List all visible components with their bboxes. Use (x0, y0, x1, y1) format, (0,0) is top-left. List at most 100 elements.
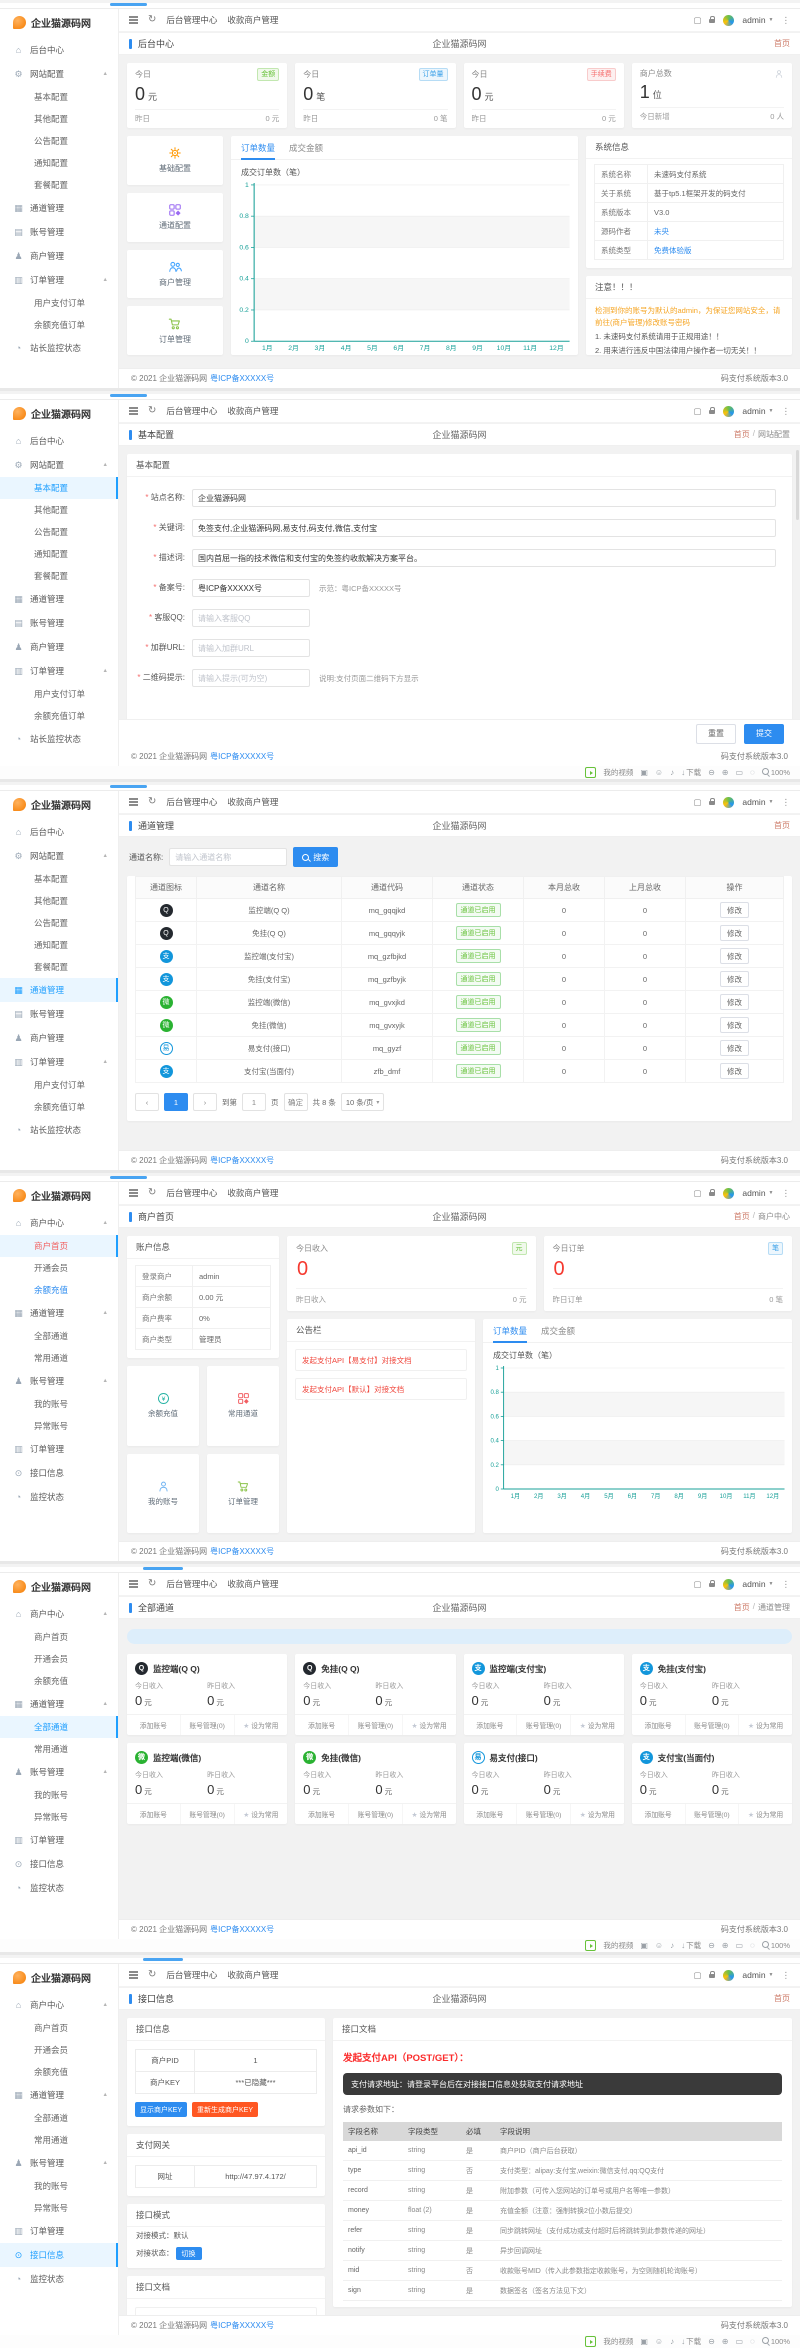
audio-icon[interactable]: ♪ (670, 1942, 674, 1950)
php-doc-item[interactable]: PPHP语言 (135, 2307, 317, 2315)
user-menu[interactable]: admin▼ (742, 406, 773, 416)
sidebar-item-balance-orders[interactable]: 余额充值订单 (0, 705, 118, 727)
play-icon[interactable] (585, 1940, 596, 1951)
more-icon[interactable]: ⋮ (782, 407, 791, 416)
capture-icon[interactable]: ▣ (640, 769, 648, 777)
lock-icon[interactable] (709, 407, 715, 416)
manage-accounts-link[interactable]: 账号管理(0) (516, 1715, 570, 1735)
sidebar-item-merchant-home[interactable]: 商户首页 (0, 1235, 118, 1257)
sidebar-item-my-accounts[interactable]: 我的账号 (0, 1784, 118, 1806)
lock-icon[interactable] (709, 1189, 715, 1198)
sidebar-item-my-accounts[interactable]: 我的账号 (0, 1393, 118, 1415)
sidebar-item-monitor-status[interactable]: ◔监控状态 (0, 2267, 118, 2291)
refresh-icon[interactable]: ↻ (148, 406, 156, 416)
sidebar-item-monitor-status[interactable]: ◔站长监控状态 (0, 727, 118, 751)
my-videos-label[interactable]: 我的视频 (603, 767, 633, 778)
nav-admin-center[interactable]: 后台管理中心 (166, 1969, 217, 1981)
sidebar-item-notice-config[interactable]: 公告配置 (0, 130, 118, 152)
breadcrumb-home[interactable]: 首页 (774, 1993, 790, 2004)
refresh-icon[interactable]: ↻ (148, 1970, 156, 1980)
sidebar-item-package-config[interactable]: 套餐配置 (0, 565, 118, 587)
sidebar-item-common-channels[interactable]: 常用通道 (0, 2129, 118, 2151)
sidebar-item-basic-config[interactable]: 基本配置 (0, 477, 118, 499)
user-menu[interactable]: admin▼ (742, 1970, 773, 1980)
user-menu[interactable]: admin▼ (742, 797, 773, 807)
sidebar-item-merchant-home[interactable]: 商户首页 (0, 2017, 118, 2039)
nav-admin-center[interactable]: 后台管理中心 (166, 796, 217, 808)
fullscreen-icon[interactable]: ▢ (693, 1580, 701, 1589)
chart-tab-order-count[interactable]: 订单数量 (241, 142, 275, 159)
reset-button[interactable]: 重置 (696, 724, 736, 744)
set-common-link[interactable]: 设为常用 (570, 1804, 624, 1824)
lock-icon[interactable] (709, 1971, 715, 1980)
sidebar-item-monitor-status[interactable]: ◔监控状态 (0, 1876, 118, 1900)
input-description[interactable] (192, 549, 776, 567)
more-icon[interactable]: ⋮ (782, 1580, 791, 1589)
sysinfo-value[interactable]: 免费体验版 (648, 241, 784, 260)
chart-tab-order-count[interactable]: 订单数量 (493, 1325, 527, 1342)
sidebar-item-common-channels[interactable]: 常用通道 (0, 1738, 118, 1760)
user-menu[interactable]: admin▼ (742, 15, 773, 25)
sidebar-item-monitor-status[interactable]: ◔站长监控状态 (0, 1118, 118, 1142)
sidebar-item-user-pay-orders[interactable]: 用户支付订单 (0, 1074, 118, 1096)
edit-button[interactable]: 修改 (720, 994, 749, 1010)
input-service-qq[interactable] (192, 609, 310, 627)
sidebar-item-merchant-manage[interactable]: ♟商户管理 (0, 244, 118, 268)
edit-button[interactable]: 修改 (720, 925, 749, 941)
sidebar-item-package-config[interactable]: 套餐配置 (0, 956, 118, 978)
refresh-icon[interactable]: ↻ (148, 797, 156, 807)
edit-button[interactable]: 修改 (720, 948, 749, 964)
sidebar-item-order-manage[interactable]: ▥订单管理▲ (0, 659, 118, 683)
sidebar-item-api-info[interactable]: ⊙接口信息 (0, 2243, 118, 2267)
zoom-level[interactable]: 100% (762, 1941, 790, 1950)
sidebar-item-abnormal-accounts[interactable]: 异常账号 (0, 1806, 118, 1828)
set-common-link[interactable]: 设为常用 (738, 1715, 792, 1735)
user-menu[interactable]: admin▼ (742, 1188, 773, 1198)
toggle-button[interactable]: 切换 (176, 2247, 202, 2260)
plus-icon[interactable]: ⊕ (722, 1942, 729, 1950)
sysinfo-value[interactable]: 未央 (648, 222, 784, 241)
search-button[interactable]: 搜索 (293, 847, 338, 867)
sidebar-item-channel-manage[interactable]: ▦通道管理▲ (0, 1692, 118, 1716)
jump-page-input[interactable]: 1 (242, 1093, 266, 1111)
menu-toggle-icon[interactable] (129, 1964, 138, 1986)
manage-accounts-link[interactable]: 账号管理(0) (348, 1715, 402, 1735)
nav-merchant-manage[interactable]: 收款商户管理 (227, 405, 278, 417)
play-icon[interactable] (585, 767, 596, 778)
icp-link[interactable]: 粤ICP备XXXXX号 (210, 373, 274, 384)
shortcut-merchant-manage[interactable]: 商户管理 (127, 250, 223, 299)
sidebar-item-channel-manage[interactable]: ▦通道管理 (0, 196, 118, 220)
icp-link[interactable]: 粤ICP备XXXXX号 (210, 1546, 274, 1557)
confirm-button[interactable]: 确定 (284, 1093, 308, 1111)
fullscreen-icon[interactable]: ▢ (693, 1971, 701, 1980)
fullscreen-icon[interactable]: ▢ (693, 407, 701, 416)
sidebar-item-notice-config[interactable]: 公告配置 (0, 912, 118, 934)
icp-link[interactable]: 粤ICP备XXXXX号 (210, 2320, 274, 2331)
sidebar-item-merchant-center[interactable]: ⌂商户中心▲ (0, 1602, 118, 1626)
breadcrumb-home[interactable]: 首页 (734, 1211, 750, 1222)
menu-toggle-icon[interactable] (129, 1573, 138, 1595)
sidebar-item-other-config[interactable]: 其他配置 (0, 499, 118, 521)
breadcrumb-home[interactable]: 首页 (774, 38, 790, 49)
sidebar-item-merchant-home[interactable]: 商户首页 (0, 1626, 118, 1648)
manage-accounts-link[interactable]: 账号管理(0) (516, 1804, 570, 1824)
sidebar-item-order-manage[interactable]: ▥订单管理▲ (0, 1050, 118, 1074)
sidebar-item-channel-manage[interactable]: ▦通道管理▲ (0, 2083, 118, 2107)
sidebar-item-site-config[interactable]: ⚙网站配置▲ (0, 844, 118, 868)
sidebar-item-other-config[interactable]: 其他配置 (0, 890, 118, 912)
window-icon[interactable]: ▭ (735, 1942, 743, 1950)
sidebar-item-order-manage[interactable]: ▥订单管理 (0, 2219, 118, 2243)
sidebar-item-account-manage[interactable]: ▤账号管理 (0, 220, 118, 244)
sidebar-item-my-accounts[interactable]: 我的账号 (0, 2175, 118, 2197)
nav-admin-center[interactable]: 后台管理中心 (166, 14, 217, 26)
chart-tab-amount[interactable]: 成交金额 (289, 142, 323, 159)
manage-accounts-link[interactable]: 账号管理(0) (180, 1804, 234, 1824)
manage-accounts-link[interactable]: 账号管理(0) (685, 1715, 739, 1735)
add-account-link[interactable]: 添加账号 (127, 1715, 180, 1735)
sidebar-item-channel-manage[interactable]: ▦通道管理 (0, 978, 118, 1002)
nav-merchant-manage[interactable]: 收款商户管理 (227, 1578, 278, 1590)
audio-icon[interactable]: ♪ (670, 769, 674, 777)
add-account-link[interactable]: 添加账号 (295, 1804, 348, 1824)
sidebar-item-admin-center[interactable]: ⌂后台中心 (0, 820, 118, 844)
lock-icon[interactable] (709, 16, 715, 25)
